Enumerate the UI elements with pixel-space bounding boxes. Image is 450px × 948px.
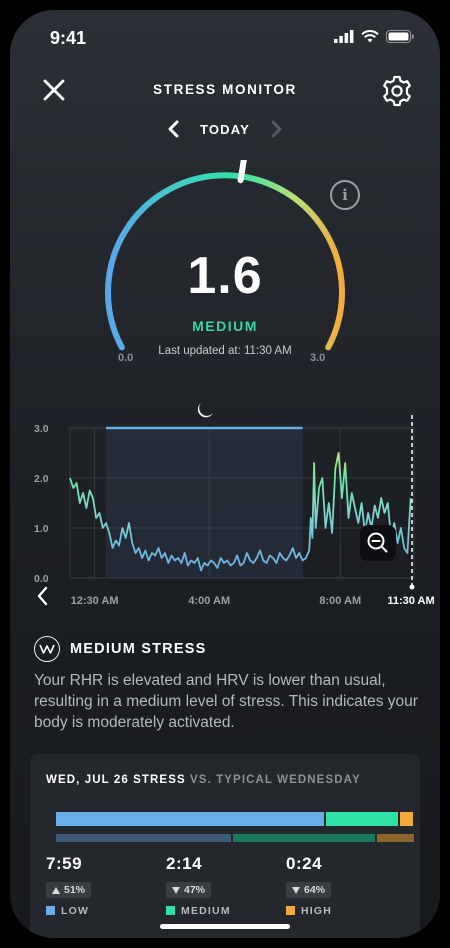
- info-icon[interactable]: i: [330, 180, 360, 210]
- chart-back-icon[interactable]: [34, 585, 52, 607]
- y-tick-label: 3.0: [34, 423, 49, 435]
- phone-screen: 9:41 STRESS MONITOR TODAY i 1.6 MEDIUM L…: [10, 10, 440, 938]
- gear-icon[interactable]: [380, 74, 414, 108]
- triangle-down-icon: [172, 886, 180, 894]
- stat-medium-value: 2:14: [166, 854, 203, 873]
- medium-swatch: [166, 906, 175, 915]
- low-swatch: [46, 906, 55, 915]
- summary-title: MEDIUM STRESS: [70, 641, 207, 657]
- stress-chart[interactable]: 3.0 2.0 1.0 0.0 12:30 AM 4:00 AM 8:00 AM 11:30 …: [10, 390, 440, 615]
- summary-header: MEDIUM STRESS: [34, 634, 206, 664]
- page-title: STRESS MONITOR: [153, 82, 297, 97]
- status-icons: [334, 30, 414, 43]
- last-updated-text: Last updated at: 11:30 AM: [158, 345, 292, 357]
- current-time-dot: [409, 584, 415, 590]
- x-tick-label: 11:30 AM: [387, 595, 434, 607]
- status-bar: 9:41: [10, 10, 440, 66]
- triangle-down-icon: [292, 886, 300, 894]
- stat-high-change: 64%: [286, 882, 332, 898]
- stress-wave-icon: [34, 636, 60, 662]
- stat-medium-label: MEDIUM: [181, 904, 231, 917]
- stat-high: 0:24 64% HIGH: [286, 854, 396, 917]
- stat-medium: 2:14 47% MEDIUM: [166, 854, 276, 917]
- summary-body: Your RHR is elevated and HRV is lower th…: [34, 672, 418, 731]
- stress-level-label: MEDIUM: [192, 318, 258, 334]
- stat-low: 7:59 51% LOW: [46, 854, 156, 917]
- stat-low-label-row: LOW: [46, 905, 156, 917]
- wifi-icon: [361, 30, 379, 43]
- stat-low-change: 51%: [46, 882, 92, 898]
- medium-today-bar: [326, 812, 398, 826]
- day-label: TODAY: [199, 122, 251, 137]
- stress-score: 1.6: [187, 247, 263, 305]
- stat-high-pct: 64%: [304, 884, 326, 896]
- gauge-min-label: 0.0: [118, 352, 134, 364]
- sleep-band: [106, 428, 303, 578]
- moon-icon: [197, 403, 213, 418]
- y-tick-label: 2.0: [34, 473, 49, 485]
- gauge-needle: [237, 160, 247, 184]
- battery-icon: [386, 30, 414, 43]
- status-time: 9:41: [50, 28, 87, 48]
- stat-medium-label-row: MEDIUM: [166, 905, 276, 917]
- low-today-bar: [56, 812, 325, 826]
- triangle-up-icon: [52, 886, 60, 894]
- low-typical-bar: [56, 834, 232, 842]
- header: STRESS MONITOR: [10, 74, 440, 114]
- stat-low-value: 7:59: [46, 854, 83, 873]
- x-tick-label: 4:00 AM: [188, 595, 230, 607]
- stat-medium-change: 47%: [166, 882, 212, 898]
- y-tick-label: 1.0: [34, 523, 49, 535]
- gauge-max-label: 3.0: [310, 352, 326, 364]
- stat-high-label-row: HIGH: [286, 905, 396, 917]
- stat-low-label: LOW: [61, 904, 90, 917]
- stat-high-value: 0:24: [286, 854, 323, 873]
- high-today-bar: [399, 812, 414, 826]
- zoom-out-button[interactable]: [360, 525, 396, 561]
- home-indicator[interactable]: [160, 924, 290, 929]
- signal-icon: [334, 30, 354, 43]
- comparison-date: WED, JUL 26 STRESS: [46, 774, 186, 786]
- y-tick-label: 0.0: [34, 573, 49, 585]
- high-typical-bar: [376, 834, 415, 842]
- stat-low-pct: 51%: [64, 884, 86, 896]
- day-navigation: TODAY: [10, 118, 440, 142]
- zoom-out-icon: [367, 532, 388, 553]
- stat-medium-pct: 47%: [184, 884, 206, 896]
- high-swatch: [286, 906, 295, 915]
- comparison-vs: VS. TYPICAL WEDNESDAY: [185, 774, 361, 786]
- stat-high-label: HIGH: [301, 904, 333, 917]
- comparison-card[interactable]: WED, JUL 26 STRESS VS. TYPICAL WEDNESDAY…: [30, 754, 420, 938]
- comparison-title: WED, JUL 26 STRESS VS. TYPICAL WEDNESDAY: [46, 774, 361, 786]
- x-tick-label: 12:30 AM: [71, 595, 119, 607]
- chevron-right-icon[interactable]: [268, 120, 284, 138]
- x-tick-label: 8:00 AM: [319, 595, 361, 607]
- medium-typical-bar: [233, 834, 375, 842]
